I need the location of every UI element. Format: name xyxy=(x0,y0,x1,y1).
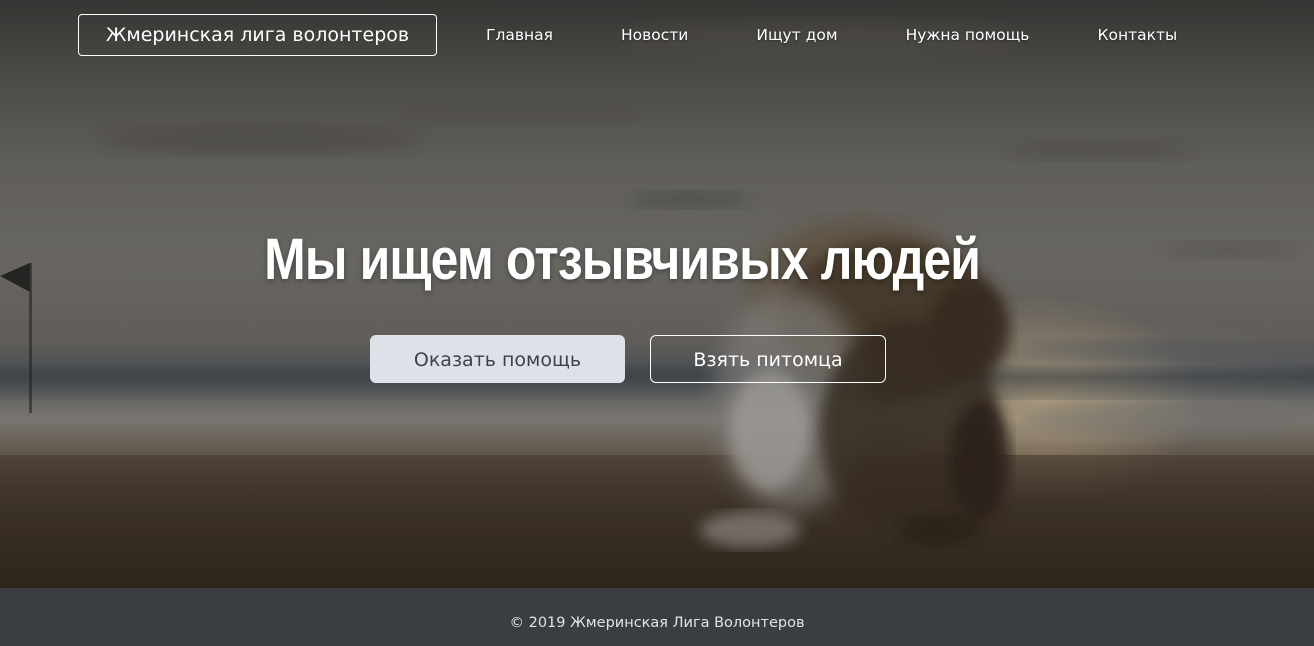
nav-item-news[interactable]: Новости xyxy=(587,26,722,44)
hero-overlay xyxy=(0,0,1314,588)
offer-help-button[interactable]: Оказать помощь xyxy=(370,335,625,383)
nav-item-contacts[interactable]: Контакты xyxy=(1063,26,1211,44)
hero-background-image xyxy=(0,0,1314,588)
nav-item-home[interactable]: Главная xyxy=(452,26,587,44)
footer-copyright: © 2019 Жмеринская Лига Волонтеров xyxy=(509,615,805,631)
nav-menu: Главная Новости Ищут дом Нужна помощь Ко… xyxy=(452,20,1211,50)
adopt-pet-button[interactable]: Взять питомца xyxy=(650,335,886,383)
top-navigation: Жмеринская лига волонтеров Главная Новос… xyxy=(0,0,1314,70)
page: Жмеринская лига волонтеров Главная Новос… xyxy=(0,0,1314,646)
footer: © 2019 Жмеринская Лига Волонтеров xyxy=(0,588,1314,646)
brand-logo-link[interactable]: Жмеринская лига волонтеров xyxy=(78,14,437,56)
nav-item-need-help[interactable]: Нужна помощь xyxy=(872,26,1064,44)
hero-title: Мы ищем отзывчивых людей xyxy=(264,227,981,292)
nav-item-looking-for-home[interactable]: Ищут дом xyxy=(722,26,871,44)
